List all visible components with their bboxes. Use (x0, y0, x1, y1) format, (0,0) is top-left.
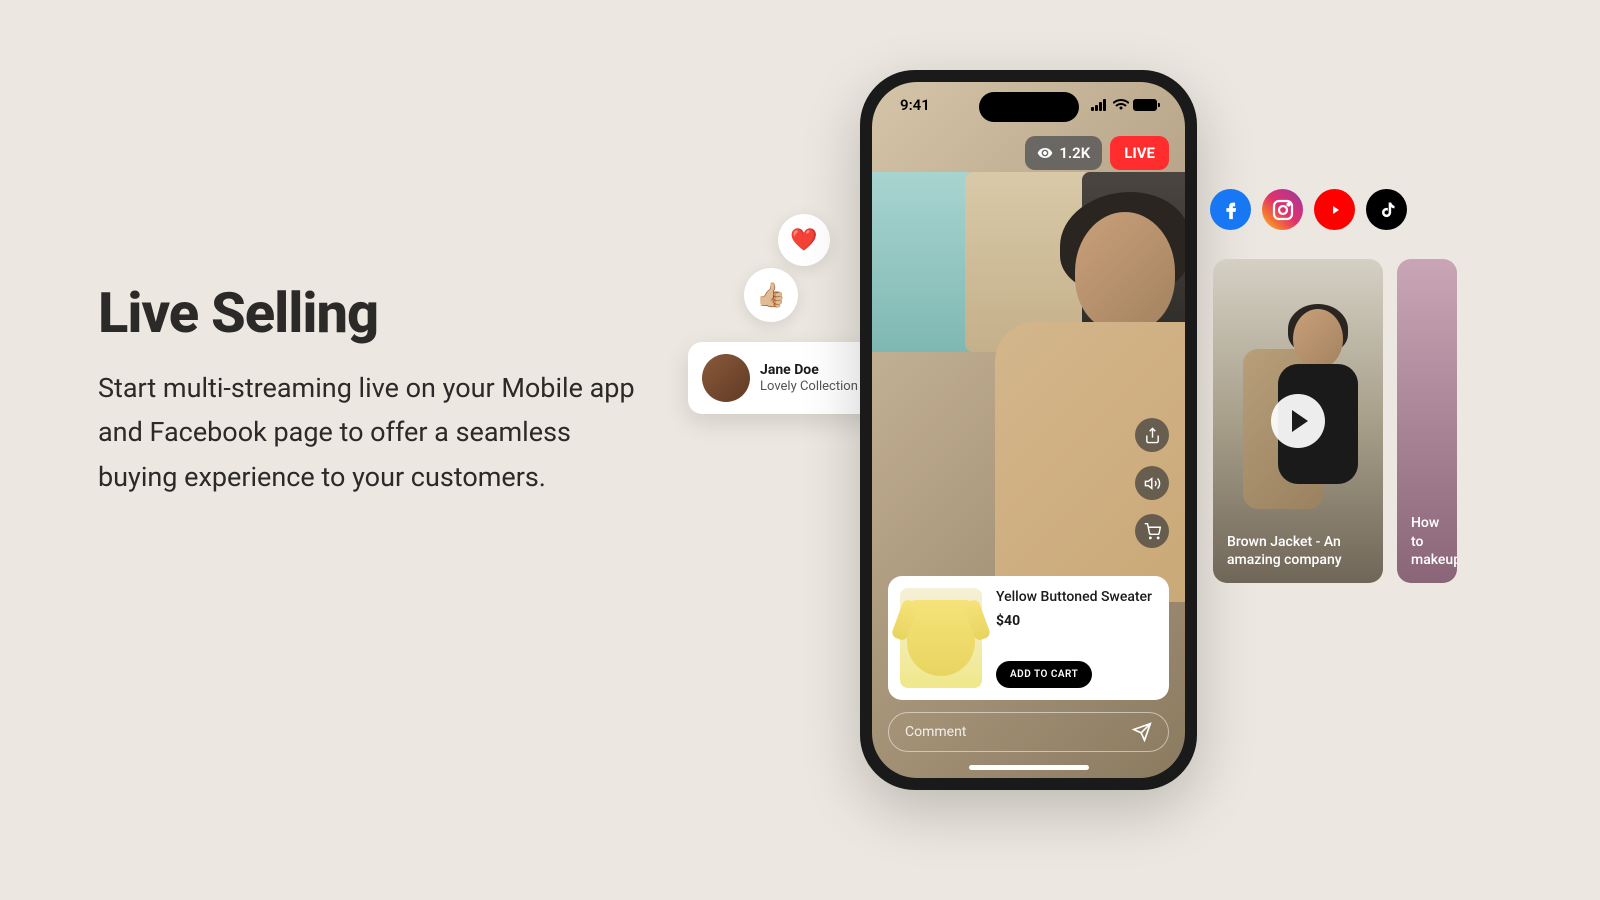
cart-button[interactable] (1135, 514, 1169, 548)
status-icons (1091, 96, 1157, 114)
tiktok-icon (1366, 189, 1407, 230)
hero-content: Live Selling Start multi-streaming live … (98, 280, 638, 499)
heart-reaction-icon: ❤️ (778, 214, 830, 266)
phone-notch (979, 92, 1079, 122)
hero-description: Start multi-streaming live on your Mobil… (98, 366, 638, 499)
signal-icon (1091, 99, 1109, 111)
stream-badges: 1.2K LIVE (1025, 136, 1169, 170)
battery-icon (1133, 99, 1157, 111)
product-info: Yellow Buttoned Sweater $40 ADD TO CART (996, 588, 1157, 688)
viewer-count: 1.2K (1059, 144, 1090, 162)
thumbsup-reaction-icon: 👍🏼 (744, 268, 798, 322)
video-card[interactable]: How to makeup (1397, 259, 1457, 583)
social-icons-row (1210, 189, 1407, 230)
audio-button[interactable] (1135, 466, 1169, 500)
play-icon (1292, 410, 1308, 432)
comment-bar (888, 712, 1169, 752)
video-card[interactable]: Brown Jacket - An amazing company (1213, 259, 1383, 583)
comment-input[interactable] (905, 724, 1132, 740)
video-title: Brown Jacket - An amazing company (1227, 533, 1369, 569)
product-name: Yellow Buttoned Sweater (996, 588, 1157, 606)
facebook-icon (1210, 189, 1251, 230)
share-button[interactable] (1135, 418, 1169, 452)
cart-icon (1144, 523, 1161, 540)
add-to-cart-button[interactable]: ADD TO CART (996, 661, 1092, 688)
instagram-icon (1262, 189, 1303, 230)
youtube-icon (1314, 189, 1355, 230)
speaker-icon (1144, 475, 1161, 492)
wifi-icon (1113, 99, 1129, 111)
play-button[interactable] (1271, 394, 1325, 448)
video-title: How to makeup (1411, 514, 1443, 569)
phone-mockup: 9:41 1.2K LIVE (860, 70, 1197, 790)
status-time: 9:41 (900, 96, 930, 114)
phone-screen: 9:41 1.2K LIVE (872, 82, 1185, 778)
chat-avatar (702, 354, 750, 402)
share-icon (1144, 427, 1161, 444)
side-actions (1135, 418, 1169, 548)
product-card: Yellow Buttoned Sweater $40 ADD TO CART (888, 576, 1169, 700)
hero-title: Live Selling (98, 280, 638, 346)
video-cards-row: Brown Jacket - An amazing company How to… (1213, 259, 1457, 583)
product-price: $40 (996, 613, 1157, 629)
send-icon[interactable] (1132, 722, 1152, 742)
home-indicator (969, 765, 1089, 770)
product-image (900, 588, 982, 688)
live-badge: LIVE (1110, 136, 1169, 170)
eye-icon (1037, 145, 1053, 161)
viewer-count-badge: 1.2K (1025, 136, 1102, 170)
